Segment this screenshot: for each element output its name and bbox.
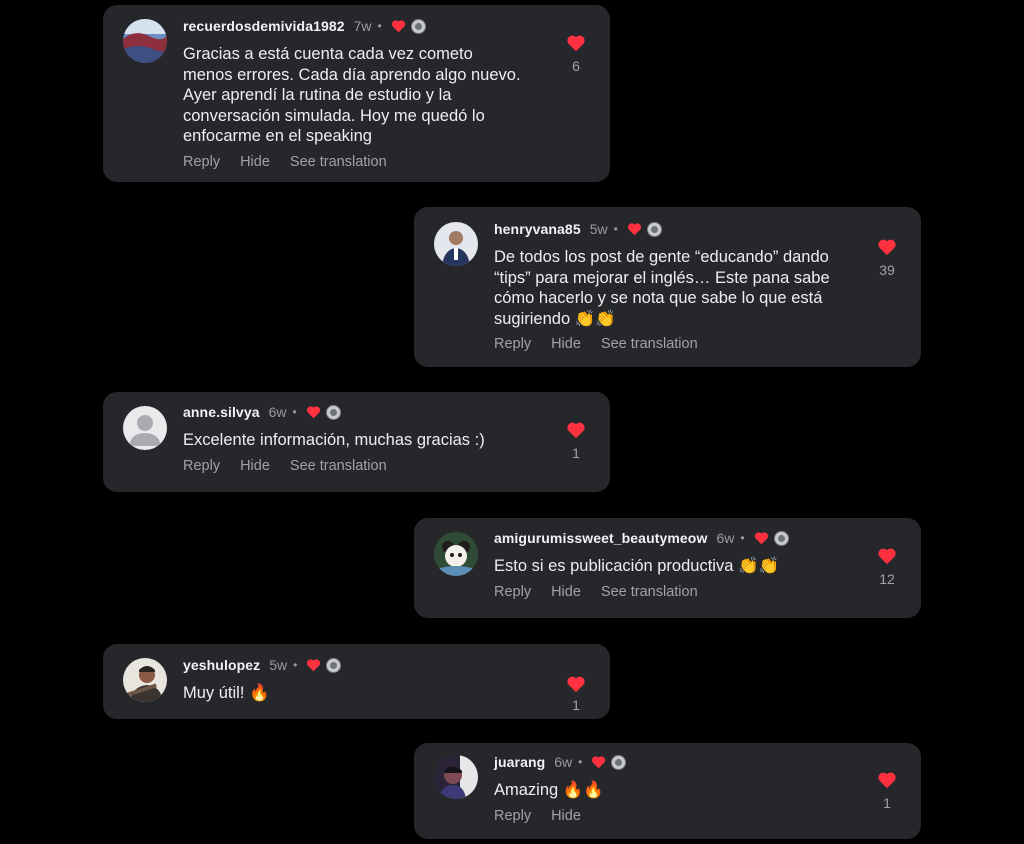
comment-card: juarang 6w • Amazing 🔥🔥 Reply Hide 1 (414, 743, 921, 839)
comment-actions: Reply Hide See translation (494, 336, 851, 352)
comment-text: Amazing 🔥🔥 (494, 781, 604, 799)
creator-avatar-icon (646, 221, 662, 237)
comment-actions: Reply Hide (494, 808, 851, 824)
heart-icon[interactable] (566, 34, 586, 52)
comment-body: amigurumissweet_beautymeow 6w • Esto si … (494, 528, 851, 600)
hide-button[interactable]: Hide (551, 584, 581, 600)
small-heart-icon (592, 756, 606, 769)
separator-dot: • (292, 405, 297, 419)
comment-text: Excelente información, muchas gracias :) (183, 431, 485, 449)
username[interactable]: yeshulopez (183, 657, 260, 673)
like-button[interactable]: 6 (558, 34, 594, 74)
reply-button[interactable]: Reply (183, 154, 220, 170)
like-button[interactable]: 1 (869, 771, 905, 811)
comment-meta: amigurumissweet_beautymeow 6w • (494, 528, 851, 548)
avatar[interactable] (434, 222, 478, 266)
comment-text: Muy útil! 🔥 (183, 684, 270, 702)
creator-avatar-icon (326, 657, 342, 673)
separator-dot: • (740, 531, 745, 545)
heart-icon[interactable] (877, 547, 897, 565)
timestamp: 7w (353, 18, 372, 34)
small-heart-icon (307, 659, 321, 672)
reply-button[interactable]: Reply (494, 584, 531, 600)
reply-button[interactable]: Reply (183, 458, 220, 474)
comment-body: yeshulopez 5w • Muy útil! 🔥 (183, 655, 540, 704)
hide-button[interactable]: Hide (240, 154, 270, 170)
comment-body: anne.silvya 6w • Excelente información, … (183, 402, 540, 474)
username[interactable]: recuerdosdemivida1982 (183, 18, 345, 34)
hide-button[interactable]: Hide (551, 336, 581, 352)
avatar[interactable] (123, 406, 167, 450)
username[interactable]: anne.silvya (183, 404, 260, 420)
username[interactable]: amigurumissweet_beautymeow (494, 530, 707, 546)
reply-button[interactable]: Reply (494, 336, 531, 352)
heart-icon[interactable] (566, 421, 586, 439)
separator-dot: • (613, 222, 618, 236)
timestamp: 5w (269, 657, 288, 673)
comment-text: Esto si es publicación productiva 👏👏 (494, 557, 780, 575)
creator-avatar-icon (410, 18, 426, 34)
comment-card: henryvana85 5w • De todos los post de ge… (414, 207, 921, 367)
avatar[interactable] (123, 658, 167, 702)
see-translation-button[interactable]: See translation (290, 458, 387, 474)
comment-meta: juarang 6w • (494, 752, 851, 772)
creator-avatar-icon (611, 754, 627, 770)
like-count: 1 (883, 795, 891, 811)
like-count: 6 (572, 58, 580, 74)
like-button[interactable]: 1 (558, 675, 594, 713)
small-heart-icon (754, 532, 768, 545)
comment-meta: anne.silvya 6w • (183, 402, 540, 422)
timestamp: 6w (268, 404, 287, 420)
like-count: 1 (572, 445, 580, 461)
avatar[interactable] (123, 19, 167, 63)
username[interactable]: henryvana85 (494, 221, 581, 237)
timestamp: 6w (554, 754, 573, 770)
like-count: 1 (572, 697, 580, 713)
small-heart-icon (306, 406, 320, 419)
timestamp: 6w (716, 530, 735, 546)
heart-icon[interactable] (877, 238, 897, 256)
reply-button[interactable]: Reply (494, 808, 531, 824)
creator-avatar-icon (773, 530, 789, 546)
small-heart-icon (627, 223, 641, 236)
like-count: 12 (879, 571, 895, 587)
comment-meta: henryvana85 5w • (494, 219, 851, 239)
comment-card: recuerdosdemivida1982 7w • Gracias a est… (103, 5, 610, 182)
comment-card: yeshulopez 5w • Muy útil! 🔥 1 (103, 644, 610, 719)
small-heart-icon (391, 20, 405, 33)
like-button[interactable]: 1 (558, 421, 594, 461)
separator-dot: • (578, 755, 583, 769)
timestamp: 5w (589, 221, 608, 237)
like-count: 39 (879, 262, 895, 278)
avatar[interactable] (434, 755, 478, 799)
comment-text: De todos los post de gente “educando” da… (494, 248, 830, 328)
comment-body: juarang 6w • Amazing 🔥🔥 Reply Hide (494, 752, 851, 824)
comment-text: Gracias a está cuenta cada vez cometo me… (183, 45, 521, 145)
separator-dot: • (377, 19, 382, 33)
like-button[interactable]: 39 (869, 238, 905, 278)
hide-button[interactable]: Hide (551, 808, 581, 824)
username[interactable]: juarang (494, 754, 545, 770)
like-button[interactable]: 12 (869, 547, 905, 587)
comment-body: henryvana85 5w • De todos los post de ge… (494, 219, 851, 352)
heart-icon[interactable] (877, 771, 897, 789)
see-translation-button[interactable]: See translation (290, 154, 387, 170)
comment-meta: recuerdosdemivida1982 7w • (183, 16, 540, 36)
comment-body: recuerdosdemivida1982 7w • Gracias a est… (183, 16, 540, 170)
comment-actions: Reply Hide See translation (494, 584, 851, 600)
comment-card: amigurumissweet_beautymeow 6w • Esto si … (414, 518, 921, 618)
hide-button[interactable]: Hide (240, 458, 270, 474)
see-translation-button[interactable]: See translation (601, 336, 698, 352)
comment-meta: yeshulopez 5w • (183, 655, 540, 675)
heart-icon[interactable] (566, 675, 586, 693)
separator-dot: • (293, 658, 298, 672)
comment-actions: Reply Hide See translation (183, 154, 540, 170)
see-translation-button[interactable]: See translation (601, 584, 698, 600)
comment-actions: Reply Hide See translation (183, 458, 540, 474)
avatar[interactable] (434, 532, 478, 576)
comment-card: anne.silvya 6w • Excelente información, … (103, 392, 610, 492)
creator-avatar-icon (325, 404, 341, 420)
